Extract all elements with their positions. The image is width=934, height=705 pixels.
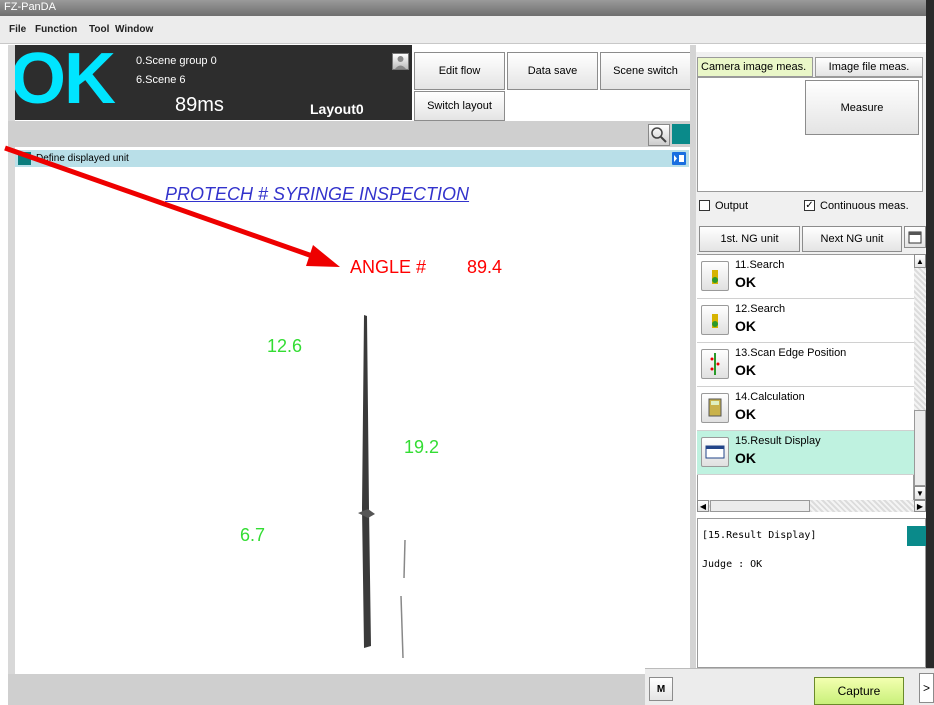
flow-unit-name: 15.Result Display [735,435,821,447]
continuous-label: Continuous meas. [820,200,909,212]
hscroll-thumb[interactable] [710,500,810,512]
output-checkbox[interactable] [699,200,710,211]
measure-button[interactable]: Measure [805,80,919,135]
unit-select-icon[interactable] [672,152,686,165]
scroll-up-icon[interactable]: ▲ [914,254,926,268]
window-frame [926,0,934,705]
flow-unit-result: OK [735,450,756,466]
title-bar: FZ-PanDA [0,0,934,16]
menu-function[interactable]: Function [35,24,77,35]
flow-unit-result: OK [735,362,756,378]
zoom-tool-icon[interactable] [648,124,670,146]
window-title: FZ-PanDA [4,1,56,13]
menu-file[interactable]: File [9,24,26,35]
calendar-icon[interactable] [904,226,926,248]
detail-line: Judge : OK [702,559,763,570]
panel-marker-icon [672,124,690,144]
flow-unit-name: 12.Search [735,303,786,315]
scrollbar-thumb[interactable] [914,410,926,486]
flow-unit-name: 11.Search [735,259,785,271]
search-unit-icon [701,261,729,291]
menu-bar: File Function Tool Window [0,16,934,44]
scene-group-label: 0.Scene group 0 [136,55,217,67]
tab-camera-image[interactable]: Camera image meas. [697,57,813,77]
next-ng-unit-button[interactable]: Next NG unit [802,226,902,252]
flow-unit-13[interactable]: 13.Scan Edge Position OK [697,343,914,387]
flow-unit-result: OK [735,318,756,334]
scene-label: 6.Scene 6 [136,74,186,86]
first-ng-unit-button[interactable]: 1st. NG unit [699,226,800,252]
flow-unit-11[interactable]: 11.Search OK [697,255,914,299]
user-icon[interactable] [392,53,409,70]
capture-button[interactable]: Capture [814,677,904,705]
result-display-icon [701,437,729,467]
data-save-button[interactable]: Data save [507,52,598,90]
menu-tool[interactable]: Tool [89,24,109,35]
flow-unit-12[interactable]: 12.Search OK [697,299,914,343]
scroll-down-icon[interactable]: ▼ [914,486,926,500]
flow-unit-name: 14.Calculation [735,391,805,403]
continuous-checkbox[interactable]: ✓ [804,200,815,211]
scroll-right-icon[interactable]: ▶ [914,500,926,512]
layout-label: Layout0 [310,101,364,117]
flow-unit-name: 13.Scan Edge Position [735,347,847,359]
menu-window[interactable]: Window [115,24,153,35]
flow-unit-result: OK [735,274,756,290]
detail-header: [15.Result Display] [702,530,817,541]
m-button[interactable]: M [649,677,673,701]
switch-layout-button[interactable]: Switch layout [414,91,505,121]
scroll-left-icon[interactable]: ◀ [697,500,709,512]
judge-result: OK [10,39,116,119]
edit-flow-button[interactable]: Edit flow [414,52,505,90]
image-bottom-strip [8,674,694,705]
tab-image-file[interactable]: Image file meas. [815,57,923,77]
expand-arrow-button[interactable]: > [919,673,934,703]
scan-edge-icon [701,349,729,379]
flow-unit-14[interactable]: 14.Calculation OK [697,387,914,431]
flow-unit-result: OK [735,406,756,422]
calculator-icon [701,393,729,423]
output-label: Output [715,200,749,212]
annotation-arrow [4,145,340,267]
scene-switch-button[interactable]: Scene switch [600,52,691,90]
detail-marker-icon [907,526,926,546]
processing-time: 89ms [175,94,224,116]
search-unit-icon [701,305,729,335]
flow-unit-15[interactable]: 15.Result Display OK [697,431,914,475]
